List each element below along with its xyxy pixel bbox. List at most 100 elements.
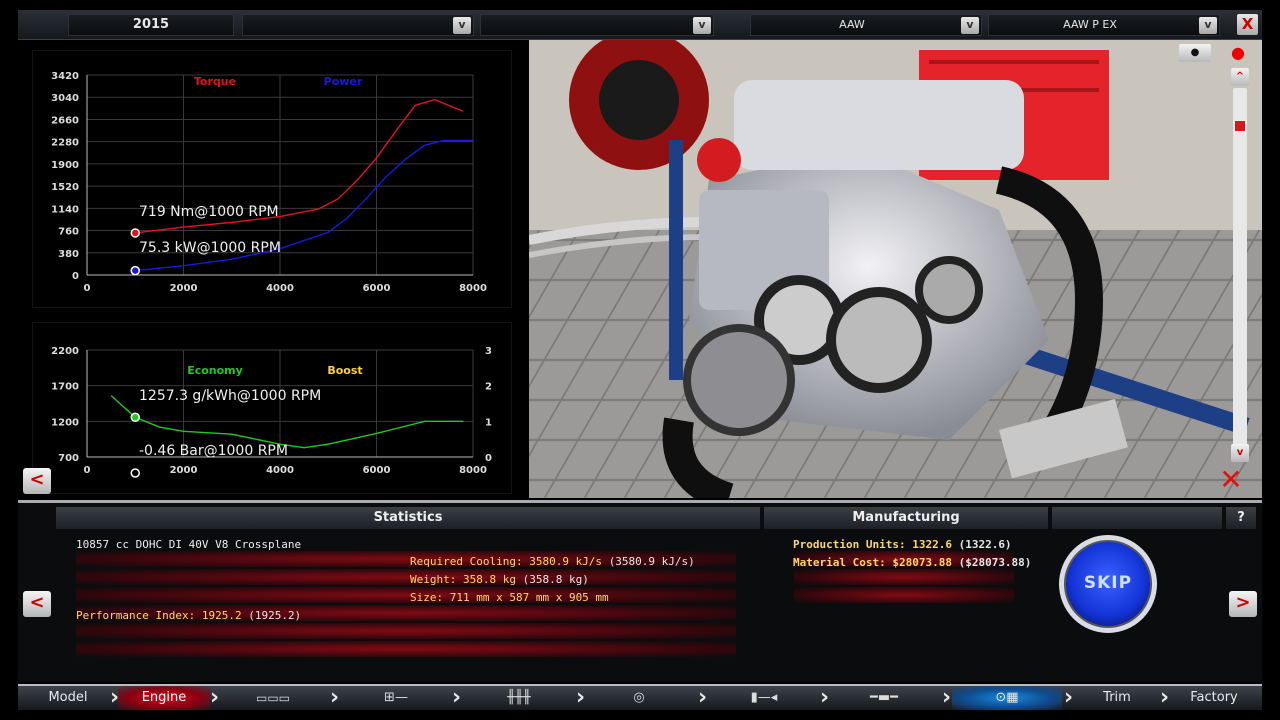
nav-separator: › (942, 685, 952, 710)
performance-index-sub: (1925.2) (248, 609, 302, 622)
chevron-down-icon[interactable]: v (693, 17, 711, 34)
y-tick-label: 1140 (51, 204, 79, 215)
required-cooling-sub: (3580.9 kJ/s) (608, 555, 695, 568)
required-cooling: Required Cooling: 3580.9 kJ/s (3580.9 kJ… (410, 555, 695, 568)
fuel-icon[interactable]: ▮—◂ (734, 691, 794, 705)
required-cooling-value: Required Cooling: 3580.9 kJ/s (410, 555, 603, 568)
x-tick-label: 4000 (266, 283, 294, 294)
y-tick-label: 3420 (51, 71, 79, 82)
x-tick-label: 0 (84, 465, 91, 476)
tuning-icon[interactable]: ⊙▦ (952, 686, 1062, 710)
x-tick-label: 2000 (170, 465, 198, 476)
prev-page-button[interactable]: < (23, 591, 51, 617)
dropdown-2[interactable]: v (242, 14, 474, 36)
legend-power: Power (324, 75, 363, 88)
chevron-down-icon[interactable]: v (961, 17, 979, 34)
weight-sub: (358.8 kg) (522, 573, 589, 586)
chevron-down-icon[interactable]: v (1199, 17, 1217, 34)
engine-3d-viewport[interactable]: ● ● ^ v ✕ (529, 40, 1262, 498)
rpm-marker (130, 412, 140, 423)
x-tick-label: 8000 (459, 283, 487, 294)
x-tick-label: 6000 (363, 283, 391, 294)
zoom-slider-handle[interactable] (1234, 120, 1246, 132)
y-tick-label: 2660 (51, 115, 79, 126)
legend-boost: Boost (327, 364, 362, 377)
production-units-sub: (1322.6) (958, 538, 1012, 551)
stat-row-bar (76, 623, 736, 639)
nav-separator: › (1064, 685, 1074, 710)
mfg-row-bar (794, 569, 1014, 585)
x-tick-label: 4000 (266, 465, 294, 476)
nav-separator: › (820, 685, 830, 710)
valvetrain-icon[interactable]: ╫╫╫ (496, 691, 542, 705)
stat-row-bar (76, 569, 736, 585)
bottom-nav-bar: Model › Engine › ▭▭▭ › ⊞— › ╫╫╫ › ◎ › ▮—… (18, 684, 1262, 710)
nav-model[interactable]: Model (28, 686, 108, 710)
nav-trim[interactable]: Trim (1078, 686, 1156, 710)
legend-torque: Torque (194, 75, 236, 88)
economy-boost-chart-panel: 2200 1700 1200 700 0 2000 4000 6000 8000 3 2 1 0 Econ… (32, 322, 512, 494)
family-dropdown[interactable]: AAW v (750, 14, 982, 36)
rpm-readout: -0.46 Bar@1000 RPM (139, 443, 288, 459)
x-tick-label: 2000 (170, 283, 198, 294)
material-cost-sub: ($28073.88) (958, 556, 1032, 569)
nav-factory[interactable]: Factory (1174, 686, 1254, 710)
exhaust-icon[interactable]: ━▬━ (854, 691, 914, 705)
y2-tick-label: 0 (485, 453, 492, 464)
header-spacer (1052, 507, 1222, 529)
next-page-button[interactable]: > (1229, 591, 1257, 617)
weight: Weight: 358.8 kg (358.8 kg) (410, 573, 589, 586)
engine-block-icon[interactable]: ▭▭▭ (248, 691, 298, 705)
y2-tick-label: 2 (485, 382, 492, 393)
camera-icon[interactable]: ● (1179, 44, 1211, 62)
statistics-header: Statistics (56, 507, 760, 529)
weight-value: Weight: 358.8 kg (410, 573, 516, 586)
zoom-down-button[interactable]: v (1231, 444, 1249, 462)
y-tick-label: 700 (58, 453, 79, 464)
rpm-readout: 1257.3 g/kWh@1000 RPM (139, 388, 321, 404)
stat-row-bar (76, 587, 736, 603)
performance-index-value: Performance Index: 1925.2 (76, 609, 242, 622)
mfg-row-bar (794, 587, 1014, 603)
family-value: AAW (839, 18, 865, 31)
zoom-up-button[interactable]: ^ (1231, 68, 1249, 86)
rpm-marker (130, 468, 140, 478)
piston-icon[interactable]: ⊞— (376, 691, 416, 705)
nav-separator: › (330, 685, 340, 710)
bottom-info-panel: Statistics Manufacturing ? 10857 cc DOHC… (18, 500, 1262, 682)
nav-separator: › (576, 685, 586, 710)
stat-row-bar (76, 641, 736, 657)
nav-engine[interactable]: Engine (118, 686, 210, 710)
nav-separator: › (210, 685, 220, 710)
engine-name: 10857 cc DOHC DI 40V V8 Crossplane (76, 538, 302, 551)
size: Size: 711 mm x 587 mm x 905 mm (410, 591, 609, 604)
rotate-view-icon[interactable]: ✕ (1215, 466, 1247, 494)
y2-tick-label: 3 (485, 346, 492, 357)
x-tick-label: 8000 (459, 465, 487, 476)
engine-render (529, 40, 1262, 498)
year-field[interactable]: 2015 (68, 14, 234, 36)
material-cost-value: Material Cost: $28073.88 (793, 556, 952, 569)
chevron-down-icon[interactable]: v (453, 17, 471, 34)
legend-economy: Economy (187, 364, 243, 377)
x-tick-label: 6000 (363, 465, 391, 476)
variant-value: AAW P EX (1063, 18, 1117, 31)
nav-separator: › (1160, 685, 1170, 710)
production-units-value: Production Units: 1322.6 (793, 538, 952, 551)
dropdown-3[interactable]: v (480, 14, 714, 36)
help-button[interactable]: ? (1226, 507, 1256, 529)
performance-index: Performance Index: 1925.2 (1925.2) (76, 609, 301, 622)
torque-power-chart: 3420 3040 2660 2280 1900 1520 1140 760 380 00 2000… (51, 71, 487, 294)
record-icon[interactable]: ● (1229, 44, 1247, 62)
turbo-icon[interactable]: ◎ (624, 691, 654, 705)
nav-separator: › (698, 685, 708, 710)
chart-prev-button[interactable]: < (23, 468, 51, 494)
zoom-slider-track[interactable] (1233, 88, 1247, 450)
skip-button[interactable]: SKIP (1059, 535, 1157, 633)
close-button[interactable]: X (1237, 14, 1258, 35)
variant-dropdown[interactable]: AAW P EX v (988, 14, 1220, 36)
y-tick-label: 0 (72, 271, 79, 282)
nav-separator: › (452, 685, 462, 710)
y-tick-label: 380 (58, 249, 79, 260)
y-tick-label: 2280 (51, 138, 79, 149)
